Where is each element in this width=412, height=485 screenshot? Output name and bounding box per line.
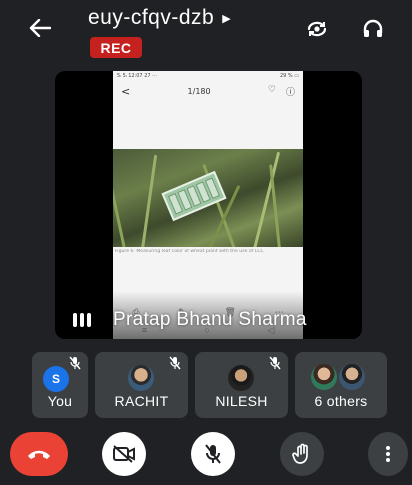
mic-off-icon [205,444,221,464]
participant-strip: S You RACHIT NILESH 6 others [32,352,387,418]
status-time: 5ₗ 5ₗ 12:07 27 ··· [117,73,157,79]
avatar [339,364,365,390]
shared-status-bar: 5ₗ 5ₗ 12:07 27 ··· 29 % ▭ [117,73,299,79]
top-bar: euy-cfqv-dzb ▶ REC [0,0,412,62]
recording-badge: REC [90,37,142,58]
leaf-color-chart [161,170,227,222]
status-battery: 29 % ▭ [279,73,299,79]
meeting-code-button[interactable]: euy-cfqv-dzb ▶ [88,6,231,30]
presenter-name: Pratap Bhanu Sharma [113,309,307,330]
audio-level-icon [73,311,93,327]
caret-right-icon: ▶ [222,12,232,25]
call-controls [0,430,412,480]
wheat-photo [113,149,303,247]
participant-tile-you[interactable]: S You [32,352,88,418]
end-call-button[interactable] [10,432,68,476]
info-icon: ⓘ [285,87,295,98]
participant-name: You [47,393,73,409]
participant-tile-others[interactable]: 6 others [295,352,387,418]
figure-caption: Figure 6. Measuring leaf color of wheat … [115,249,264,254]
presentation-tile[interactable]: 5ₗ 5ₗ 12:07 27 ··· 29 % ▭ < 1/180 ♡ ⓘ Fi… [55,71,362,339]
avatar [311,364,337,390]
document-toolbar: < 1/180 ♡ ⓘ [113,81,303,101]
mic-off-icon [269,356,281,370]
mic-toggle-button[interactable] [191,432,235,476]
headphones-icon[interactable] [360,16,386,42]
avatar: S [43,366,69,392]
more-options-button[interactable] [368,432,408,476]
avatar [128,365,154,391]
back-arrow-icon[interactable] [26,14,54,42]
participant-name: 6 others [314,393,368,409]
participant-tile-nilesh[interactable]: NILESH [195,352,288,418]
doc-back-icon: < [121,84,131,98]
meeting-code: euy-cfqv-dzb [88,6,215,29]
end-call-icon [28,450,50,459]
camera-off-icon [113,445,135,463]
participant-tile-rachit[interactable]: RACHIT [95,352,188,418]
raise-hand-button[interactable] [280,432,324,476]
participant-name: NILESH [215,393,268,409]
page-indicator: 1/180 [187,86,211,96]
more-vertical-icon [386,446,390,462]
mic-off-icon [169,356,181,370]
avatar [228,365,254,391]
camera-toggle-button[interactable] [102,432,146,476]
raise-hand-icon [292,443,308,464]
heart-icon: ♡ [267,84,276,95]
switch-camera-icon[interactable] [304,16,330,42]
participant-name: RACHIT [114,393,169,409]
mic-off-icon [69,356,81,370]
